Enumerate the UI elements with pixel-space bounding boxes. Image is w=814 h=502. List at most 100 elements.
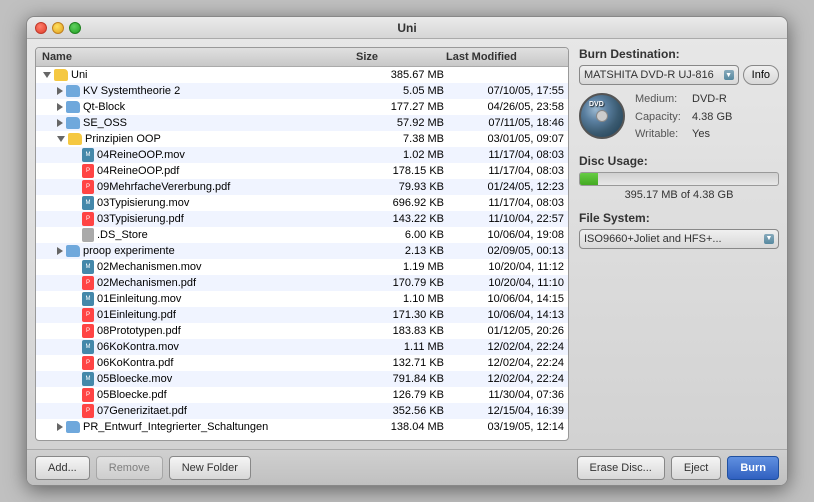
info-button[interactable]: Info	[743, 65, 779, 85]
file-date-cell: 01/24/05, 12:23	[444, 181, 564, 193]
file-name-cell: proop experimente	[40, 245, 354, 257]
medium-info: Medium: DVD-R Capacity: 4.38 GB Writable…	[635, 91, 732, 144]
maximize-button[interactable]	[69, 22, 81, 34]
file-size-cell: 1.02 MB	[354, 149, 444, 161]
file-size-cell: 6.00 KB	[354, 229, 444, 241]
file-size-cell: 1.10 MB	[354, 293, 444, 305]
mov-icon: M	[82, 260, 94, 274]
table-row[interactable]: Uni385.67 MB	[36, 67, 568, 83]
table-row[interactable]: P04ReineOOP.pdf178.15 KB11/17/04, 08:03	[36, 163, 568, 179]
file-name-text: 06KoKontra.pdf	[97, 357, 173, 369]
file-name-text: 09MehrfacheVererbung.pdf	[97, 181, 230, 193]
file-date-cell: 03/19/05, 12:14	[444, 421, 564, 433]
table-row[interactable]: P08Prototypen.pdf183.83 KB01/12/05, 20:2…	[36, 323, 568, 339]
file-name-cell: M06KoKontra.mov	[40, 340, 354, 354]
table-row[interactable]: P05Bloecke.pdf126.79 KB11/30/04, 07:36	[36, 387, 568, 403]
file-size-cell: 7.38 MB	[354, 133, 444, 145]
file-name-text: 04ReineOOP.mov	[97, 149, 185, 161]
triangle-right-icon	[57, 103, 63, 111]
folder-icon	[66, 245, 80, 257]
file-size-cell: 177.27 MB	[354, 101, 444, 113]
table-row[interactable]: KV Systemtheorie 25.05 MB07/10/05, 17:55	[36, 83, 568, 99]
file-date-cell: 10/20/04, 11:10	[444, 277, 564, 289]
table-row[interactable]: proop experimente2.13 KB02/09/05, 00:13	[36, 243, 568, 259]
table-row[interactable]: P03Typisierung.pdf143.22 KB11/10/04, 22:…	[36, 211, 568, 227]
capacity-label: Capacity:	[635, 109, 690, 127]
file-size-cell: 170.79 KB	[354, 277, 444, 289]
file-date-cell: 07/11/05, 18:46	[444, 117, 564, 129]
folder-icon	[66, 421, 80, 433]
mov-icon: M	[82, 148, 94, 162]
usage-bar-background	[579, 172, 779, 186]
file-name-text: KV Systemtheorie 2	[83, 85, 180, 97]
table-row[interactable]: P07Generizitaet.pdf352.56 KB12/15/04, 16…	[36, 403, 568, 419]
drive-selector: MATSHITA DVD-R UJ-816 ▼ Info	[579, 65, 779, 85]
table-row[interactable]: M03Typisierung.mov696.92 KB11/17/04, 08:…	[36, 195, 568, 211]
table-row[interactable]: .DS_Store6.00 KB10/06/04, 19:08	[36, 227, 568, 243]
table-row[interactable]: Prinzipien OOP7.38 MB03/01/05, 09:07	[36, 131, 568, 147]
minimize-button[interactable]	[52, 22, 64, 34]
pdf-icon: P	[82, 276, 94, 290]
folder-icon	[66, 101, 80, 113]
file-name-cell: M01Einleitung.mov	[40, 292, 354, 306]
table-row[interactable]: P09MehrfacheVererbung.pdf79.93 KB01/24/0…	[36, 179, 568, 195]
table-row[interactable]: M02Mechanismen.mov1.19 MB10/20/04, 11:12	[36, 259, 568, 275]
table-row[interactable]: SE_OSS57.92 MB07/11/05, 18:46	[36, 115, 568, 131]
table-row[interactable]: M04ReineOOP.mov 1.02 MB11/17/04, 08:03	[36, 147, 568, 163]
file-date-cell: 11/17/04, 08:03	[444, 149, 564, 161]
file-name-text: proop experimente	[83, 245, 175, 257]
table-row[interactable]: P01Einleitung.pdf171.30 KB10/06/04, 14:1…	[36, 307, 568, 323]
file-date-cell: 11/10/04, 22:57	[444, 213, 564, 225]
file-name-cell: M05Bloecke.mov	[40, 372, 354, 386]
file-name-text: .DS_Store	[97, 229, 148, 241]
file-name-text: PR_Entwurf_Integrierter_Schaltungen	[83, 421, 268, 433]
medium-row: Medium: DVD-R	[635, 91, 732, 109]
file-size-cell: 2.13 KB	[354, 245, 444, 257]
writable-value: Yes	[692, 126, 710, 144]
triangle-right-icon	[57, 119, 63, 127]
erase-disc-button[interactable]: Erase Disc...	[577, 456, 665, 480]
folder-open-icon	[68, 133, 82, 145]
file-size-cell: 352.56 KB	[354, 405, 444, 417]
file-name-text: 01Einleitung.pdf	[97, 309, 176, 321]
medium-value: DVD-R	[692, 91, 727, 109]
file-name-cell: PR_Entwurf_Integrierter_Schaltungen	[40, 421, 354, 433]
file-header: Name Size Last Modified	[36, 48, 568, 67]
file-size-cell: 183.83 KB	[354, 325, 444, 337]
table-row[interactable]: M06KoKontra.mov1.11 MB12/02/04, 22:24	[36, 339, 568, 355]
new-folder-button[interactable]: New Folder	[169, 456, 251, 480]
dvd-icon: DVD	[579, 93, 627, 141]
file-name-text: 03Typisierung.pdf	[97, 213, 184, 225]
file-list[interactable]: Uni385.67 MB KV Systemtheorie 2 5.05 MB 07/…	[36, 67, 568, 440]
file-name-cell: SE_OSS	[40, 117, 354, 129]
bottom-toolbar: Add... Remove New Folder Erase Disc... E…	[27, 449, 787, 485]
file-date-cell: 10/06/04, 14:15	[444, 293, 564, 305]
file-name-cell: P08Prototypen.pdf	[40, 324, 354, 338]
table-row[interactable]: PR_Entwurf_Integrierter_Schaltungen138.0…	[36, 419, 568, 435]
dropdown-arrow-icon: ▼	[724, 70, 734, 80]
file-date-cell: 11/17/04, 08:03	[444, 197, 564, 209]
burn-button[interactable]: Burn	[727, 456, 779, 480]
table-row[interactable]: M01Einleitung.mov1.10 MB10/06/04, 14:15	[36, 291, 568, 307]
writable-label: Writable:	[635, 126, 690, 144]
file-date-cell: 12/02/04, 22:24	[444, 373, 564, 385]
table-row[interactable]: M05Bloecke.mov791.84 KB12/02/04, 22:24	[36, 371, 568, 387]
table-row[interactable]: P02Mechanismen.pdf170.79 KB10/20/04, 11:…	[36, 275, 568, 291]
file-name-text: 02Mechanismen.mov	[97, 261, 202, 273]
filesystem-dropdown[interactable]: ISO9660+Joliet and HFS+... ▼	[579, 229, 779, 249]
table-row[interactable]: Qt-Block177.27 MB04/26/05, 23:58	[36, 99, 568, 115]
dvd-label: DVD	[589, 101, 604, 108]
col-modified: Last Modified	[444, 50, 564, 64]
add-button[interactable]: Add...	[35, 456, 90, 480]
file-name-cell: P01Einleitung.pdf	[40, 308, 354, 322]
eject-button[interactable]: Eject	[671, 456, 721, 480]
remove-button[interactable]: Remove	[96, 456, 163, 480]
file-date-cell: 12/15/04, 16:39	[444, 405, 564, 417]
file-size-cell: 5.05 MB	[354, 85, 444, 97]
file-size-cell: 696.92 KB	[354, 197, 444, 209]
drive-dropdown[interactable]: MATSHITA DVD-R UJ-816 ▼	[579, 65, 739, 85]
close-button[interactable]	[35, 22, 47, 34]
main-window: Uni Name Size Last Modified Uni385.67 MB…	[26, 16, 788, 486]
file-name-cell: M03Typisierung.mov	[40, 196, 354, 210]
table-row[interactable]: P06KoKontra.pdf132.71 KB12/02/04, 22:24	[36, 355, 568, 371]
